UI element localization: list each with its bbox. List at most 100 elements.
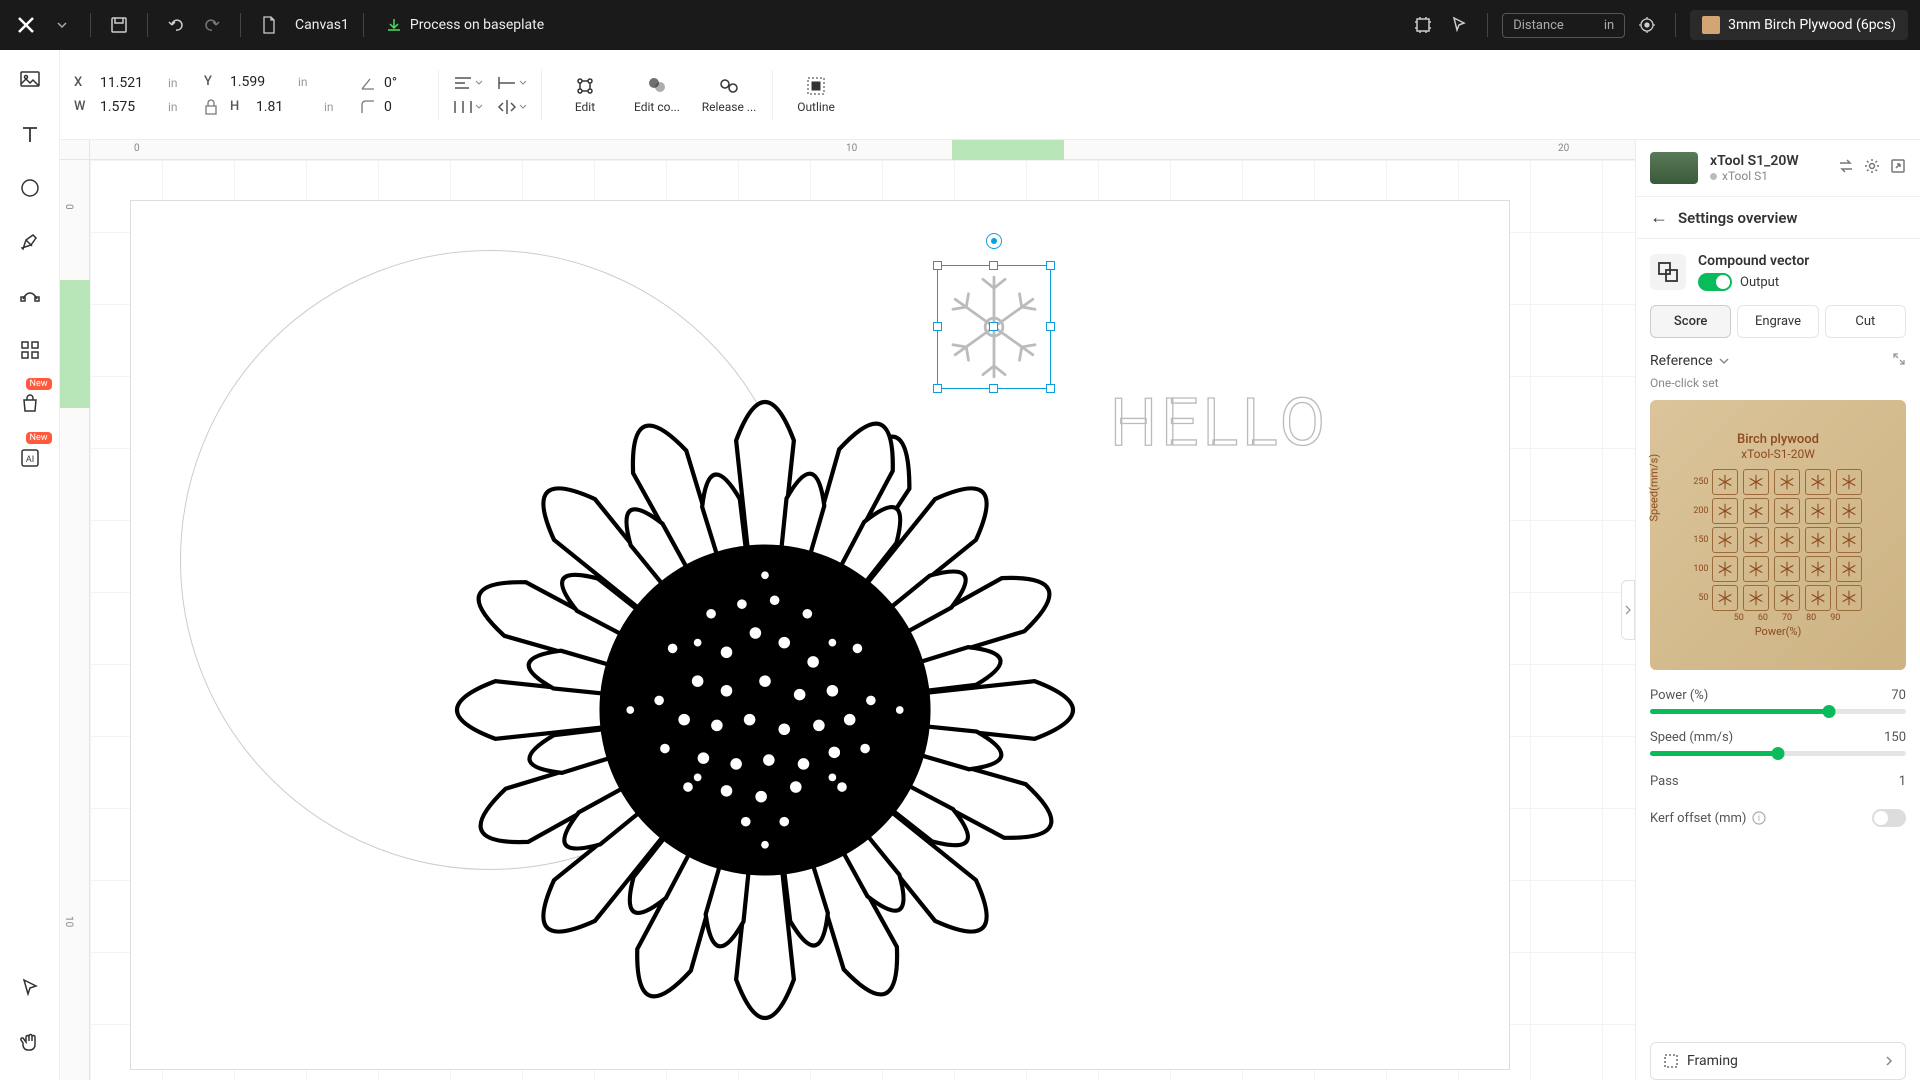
resize-handle[interactable] <box>1046 261 1055 270</box>
distribute-h-dropdown[interactable] <box>453 99 483 115</box>
w-input[interactable] <box>100 99 160 115</box>
framing-button[interactable]: Framing <box>1650 1042 1906 1080</box>
speed-slider[interactable] <box>1650 751 1906 756</box>
x-input[interactable] <box>100 75 160 91</box>
angle-icon <box>360 75 376 91</box>
unit-in: in <box>168 76 190 90</box>
angle-input[interactable] <box>384 75 424 91</box>
pen-tool[interactable] <box>12 224 48 260</box>
release-button[interactable]: Release ... <box>700 76 758 114</box>
material-selector[interactable]: 3mm Birch Plywood (6pcs) <box>1690 10 1908 40</box>
distance-field[interactable]: Distance in <box>1502 13 1625 38</box>
apps-tool[interactable] <box>12 332 48 368</box>
align-h-dropdown[interactable] <box>453 75 483 91</box>
vector-title: Compound vector <box>1698 253 1809 269</box>
document-icon <box>255 11 283 39</box>
save-icon[interactable] <box>105 11 133 39</box>
tab-score[interactable]: Score <box>1650 305 1731 338</box>
undo-icon[interactable] <box>162 11 190 39</box>
new-badge: New <box>26 378 52 390</box>
output-label: Output <box>1740 275 1779 290</box>
flip-dropdown[interactable] <box>497 99 527 115</box>
swap-icon[interactable] <box>1838 158 1854 178</box>
svg-text:i: i <box>1758 814 1760 824</box>
resize-handle[interactable] <box>1046 384 1055 393</box>
canvas[interactable]: 0 10 20 0 10 HELLO <box>60 140 1635 1080</box>
resize-handle[interactable] <box>933 384 942 393</box>
speed-value: 150 <box>1884 730 1906 745</box>
logo-icon[interactable] <box>12 11 40 39</box>
redo-icon[interactable] <box>198 11 226 39</box>
sunflower-object[interactable] <box>380 325 1150 1080</box>
menu-chevron-icon[interactable] <box>48 11 76 39</box>
test-grid-preview[interactable]: Speed(mm/s) Birch plywood xTool-S1-20W 2… <box>1650 400 1906 670</box>
autofocus-icon[interactable] <box>1633 11 1661 39</box>
reference-label[interactable]: Reference <box>1650 353 1713 369</box>
y-input[interactable] <box>230 74 290 90</box>
unit-in: in <box>324 100 346 114</box>
process-button[interactable]: Process on baseplate <box>386 17 544 33</box>
oneclick-label: One-click set <box>1636 376 1920 390</box>
tab-engrave[interactable]: Engrave <box>1737 305 1818 338</box>
edit-color-button[interactable]: Edit co... <box>628 76 686 114</box>
process-label: Process on baseplate <box>410 17 544 33</box>
power-slider[interactable] <box>1650 709 1906 714</box>
resize-handle[interactable] <box>1046 322 1055 331</box>
h-label: H <box>230 99 248 114</box>
corner-input[interactable] <box>384 99 424 115</box>
kerf-toggle[interactable] <box>1872 809 1906 827</box>
info-icon[interactable]: i <box>1752 811 1766 825</box>
pass-value[interactable]: 1 <box>1899 774 1906 789</box>
compound-vector-icon <box>1650 254 1686 290</box>
resize-handle[interactable] <box>933 261 942 270</box>
w-label: W <box>74 99 92 114</box>
settings-title: Settings overview <box>1678 209 1798 227</box>
unit-in: in <box>168 100 190 114</box>
shape-tool[interactable] <box>12 170 48 206</box>
resize-handle[interactable] <box>933 322 942 331</box>
chevron-down-icon[interactable] <box>1719 356 1729 366</box>
gear-icon[interactable] <box>1864 158 1880 178</box>
ai-tool[interactable]: NewAI <box>12 440 48 476</box>
resize-handle[interactable] <box>989 384 998 393</box>
frame-icon[interactable] <box>1409 11 1437 39</box>
selection-box[interactable] <box>937 265 1051 389</box>
outline-button[interactable]: Outline <box>787 76 845 114</box>
h-input[interactable] <box>256 99 316 115</box>
unit-in: in <box>298 75 320 89</box>
kerf-label: Kerf offset (mm) <box>1650 811 1746 826</box>
center-handle[interactable] <box>989 322 998 331</box>
image-tool[interactable] <box>12 62 48 98</box>
lock-icon[interactable] <box>204 98 218 116</box>
pass-label: Pass <box>1650 774 1679 789</box>
ruler-vertical: 0 10 <box>60 160 90 1080</box>
edit-button[interactable]: Edit <box>556 76 614 114</box>
canvas-name: Canvas1 <box>295 17 349 33</box>
hand-tool[interactable] <box>12 1024 48 1060</box>
text-tool[interactable] <box>12 116 48 152</box>
new-badge: New <box>26 432 52 444</box>
x-label: X <box>74 75 92 90</box>
distance-unit: in <box>1604 18 1614 33</box>
vector-tool[interactable] <box>12 278 48 314</box>
shop-tool[interactable]: New <box>12 386 48 422</box>
speed-label: Speed (mm/s) <box>1650 730 1733 745</box>
device-name: xTool S1_20W <box>1710 153 1799 169</box>
pointer-tool[interactable] <box>12 970 48 1006</box>
cursor-icon[interactable] <box>1445 11 1473 39</box>
y-label: Y <box>204 74 222 89</box>
svg-text:AI: AI <box>25 455 33 465</box>
export-icon[interactable] <box>1890 158 1906 178</box>
panel-expand-handle[interactable] <box>1621 580 1635 640</box>
expand-icon[interactable] <box>1892 352 1906 370</box>
resize-handle[interactable] <box>989 261 998 270</box>
material-name: 3mm Birch Plywood (6pcs) <box>1728 17 1896 33</box>
tab-cut[interactable]: Cut <box>1825 305 1906 338</box>
back-arrow-icon[interactable]: ← <box>1650 207 1668 228</box>
rotation-handle[interactable] <box>986 233 1002 249</box>
material-swatch-icon <box>1702 16 1720 34</box>
corner-icon <box>360 99 376 115</box>
align-v-dropdown[interactable] <box>497 75 527 91</box>
ruler-horizontal: 0 10 20 <box>90 140 1635 160</box>
output-toggle[interactable] <box>1698 273 1732 291</box>
